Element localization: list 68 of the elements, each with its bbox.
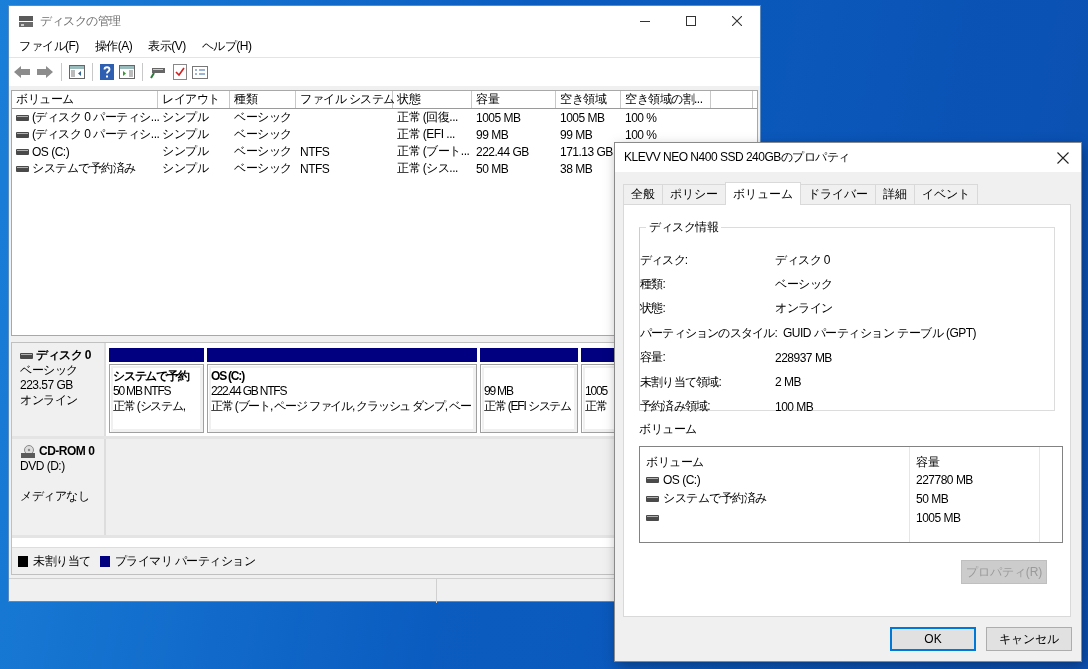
partition-info: 1005 <box>585 384 607 399</box>
table-cell: 100 % <box>625 110 657 125</box>
table-cell: NTFS <box>300 144 330 159</box>
table-cell: 171.13 GB <box>560 144 613 159</box>
table-cell: ベーシック <box>234 109 292 126</box>
field-value: オンライン <box>775 300 833 318</box>
disk-name: CD-ROM 0 <box>39 444 95 459</box>
table-cell: 正常 (回復... <box>397 109 458 126</box>
table-cell: OS (C:) <box>32 144 70 159</box>
partition-info: 99 MB <box>484 384 513 399</box>
table-cell: (ディスク 0 パーティシ... <box>32 109 160 126</box>
field-value: 2 MB <box>775 375 801 390</box>
disk-info: ベーシック <box>20 363 79 378</box>
table-cell: シンプル <box>162 126 208 143</box>
table-cell: (ディスク 0 パーティシ... <box>32 126 160 143</box>
table-cell: 38 MB <box>560 161 593 176</box>
table-cell: 正常 (EFI ... <box>397 126 455 143</box>
dialog-title: KLEVV NEO N400 SSD 240GBのプロパティ <box>624 149 851 166</box>
disk-info: 223.57 GB <box>20 378 74 393</box>
table-cell: シンプル <box>162 143 208 160</box>
field-value: ベーシック <box>775 276 833 294</box>
section-title: ボリューム <box>639 421 698 438</box>
field-label: 状態: <box>640 300 666 318</box>
disk-info: オンライン <box>20 393 79 408</box>
table-cell: 50 MB <box>476 161 509 176</box>
field-label: パーティションのスタイル: <box>640 324 778 342</box>
table-cell: 1005 MB <box>476 110 521 125</box>
field-label: 容量: <box>640 349 666 367</box>
table-cell: シンプル <box>162 160 208 177</box>
group-title: ディスク情報 <box>648 219 719 236</box>
partition-info: 正常 <box>585 399 607 414</box>
table-cell: 222.44 GB <box>476 144 529 159</box>
list-cell: 227780 MB <box>916 472 973 487</box>
table-cell: ベーシック <box>234 143 292 160</box>
table-cell: 正常 (ブート... <box>397 143 470 160</box>
partition-info: 50 MB NTFS <box>113 384 171 399</box>
table-cell: ベーシック <box>234 126 292 143</box>
disk-status: メディアなし <box>20 489 90 504</box>
table-cell: 99 MB <box>476 127 509 142</box>
partition-title: システムで予約 <box>113 369 189 384</box>
table-cell: 99 MB <box>560 127 593 142</box>
list-cell: 1005 MB <box>916 510 961 525</box>
field-label: 予約済み領域: <box>640 398 711 416</box>
window-title: ディスクの管理 <box>40 12 121 30</box>
field-value: 100 MB <box>775 399 814 414</box>
legend-label: プライマリ パーティション <box>114 552 256 570</box>
partition-info: 正常 (ブート, ページ ファイル, クラッシュ ダンプ, ベー <box>211 399 471 414</box>
table-cell: 1005 MB <box>560 110 605 125</box>
partition-info: 222.44 GB NTFS <box>211 384 287 399</box>
list-cell: 50 MB <box>916 491 949 506</box>
disk-info: DVD (D:) <box>20 459 66 474</box>
table-cell: NTFS <box>300 161 330 176</box>
field-value: GUID パーティション テーブル (GPT) <box>782 324 977 342</box>
field-label: 種類: <box>640 276 666 294</box>
field-label: ディスク: <box>640 251 689 269</box>
table-cell: シンプル <box>162 109 208 126</box>
field-value: ディスク 0 <box>775 251 830 269</box>
table-cell: 正常 (シス... <box>397 160 458 177</box>
legend-label: 未割り当て <box>33 552 91 570</box>
table-cell: システムで予約済み <box>32 160 136 177</box>
table-cell: ベーシック <box>234 160 292 177</box>
disk-name: ディスク 0 <box>36 348 91 363</box>
partition-info: 正常 (システム, <box>113 399 185 414</box>
field-label: 未割り当て領域: <box>640 373 722 391</box>
field-value: 228937 MB <box>775 350 832 365</box>
partition-title: OS (C:) <box>211 369 244 384</box>
partition-info: 正常 (EFI システム <box>484 399 571 414</box>
table-cell: 100 % <box>625 127 657 142</box>
